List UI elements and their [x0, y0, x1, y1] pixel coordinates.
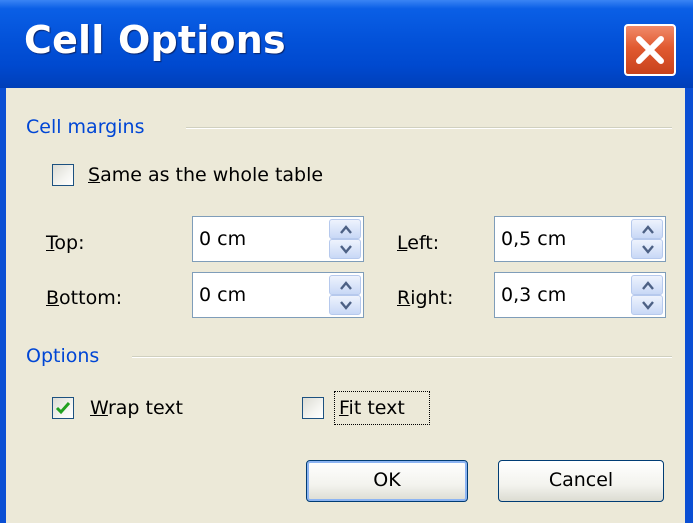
same-as-table-checkbox[interactable] [52, 164, 74, 186]
spin-up-icon [340, 281, 352, 290]
wrap-text-label[interactable]: Wrap text [90, 397, 183, 419]
ok-button[interactable]: OK [306, 460, 468, 502]
top-margin-spinner[interactable]: 0 cm [192, 216, 364, 262]
spin-down-icon [642, 245, 654, 254]
right-increment-button[interactable] [631, 275, 663, 295]
spin-up-icon [642, 225, 654, 234]
checkmark-icon [55, 402, 71, 415]
bottom-label: Bottom: [46, 287, 123, 309]
dialog-title: Cell Options [24, 18, 286, 62]
top-margin-value[interactable]: 0 cm [199, 228, 246, 250]
window-frame-left [0, 88, 6, 523]
right-decrement-button[interactable] [631, 295, 663, 315]
title-bar[interactable]: Cell Options [0, 0, 693, 88]
top-label: Top: [46, 232, 85, 254]
bottom-margin-spinner[interactable]: 0 cm [192, 272, 364, 318]
spin-up-icon [642, 281, 654, 290]
bottom-margin-value[interactable]: 0 cm [199, 284, 246, 306]
same-as-table-label[interactable]: Same as the whole table [88, 164, 323, 186]
spin-down-icon [340, 301, 352, 310]
window-frame-right [685, 88, 693, 523]
options-heading: Options [26, 345, 100, 367]
left-increment-button[interactable] [631, 219, 663, 239]
left-decrement-button[interactable] [631, 239, 663, 259]
cancel-button[interactable]: Cancel [498, 460, 664, 502]
left-margin-value[interactable]: 0,5 cm [501, 228, 566, 250]
spin-down-icon [340, 245, 352, 254]
cell-options-dialog: Cell Options Cell margins Same as the wh… [0, 0, 693, 523]
fit-text-label[interactable]: Fit text [339, 397, 405, 419]
top-decrement-button[interactable] [329, 239, 361, 259]
cell-margins-separator [186, 127, 672, 129]
right-margin-spinner[interactable]: 0,3 cm [494, 272, 666, 318]
spin-down-icon [642, 301, 654, 310]
wrap-text-checkbox[interactable] [52, 397, 74, 419]
close-icon [636, 36, 664, 64]
left-label: Left: [397, 232, 440, 254]
cell-margins-heading: Cell margins [26, 116, 145, 138]
spin-up-icon [340, 225, 352, 234]
bottom-increment-button[interactable] [329, 275, 361, 295]
close-button[interactable] [624, 24, 676, 76]
right-margin-value[interactable]: 0,3 cm [501, 284, 566, 306]
right-label: Right: [397, 287, 454, 309]
fit-text-checkbox[interactable] [302, 397, 324, 419]
left-margin-spinner[interactable]: 0,5 cm [494, 216, 666, 262]
top-increment-button[interactable] [329, 219, 361, 239]
options-separator [132, 356, 672, 358]
bottom-decrement-button[interactable] [329, 295, 361, 315]
